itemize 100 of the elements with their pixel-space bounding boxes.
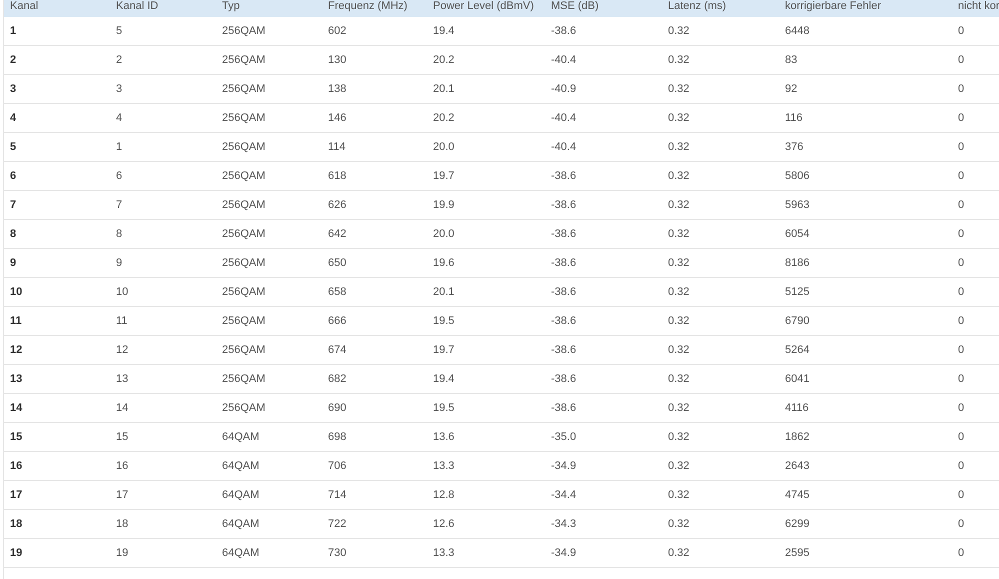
table-cell: 0.32 xyxy=(668,286,690,298)
table-cell: 0 xyxy=(958,315,964,327)
table-cell: 0.32 xyxy=(668,344,690,356)
table-cell: 0.32 xyxy=(668,402,690,414)
table-cell: 0.32 xyxy=(668,83,690,95)
table-cell: -38.6 xyxy=(551,257,576,269)
table-cell: 20.2 xyxy=(433,54,454,66)
table-cell: 7 xyxy=(10,199,16,211)
table-cell: 658 xyxy=(328,286,346,298)
table-cell: 20.0 xyxy=(433,228,454,240)
table-cell: 4116 xyxy=(785,402,809,414)
table-cell: -40.4 xyxy=(551,141,576,153)
table-cell: 682 xyxy=(328,373,346,385)
table-cell: 64QAM xyxy=(222,547,260,559)
table-cell: 19.5 xyxy=(433,315,454,327)
table-cell: 0.32 xyxy=(668,25,690,37)
table-cell: -38.6 xyxy=(551,170,576,182)
column-header: nicht kor xyxy=(958,0,999,12)
table-cell: 0 xyxy=(958,547,964,559)
table-cell: 650 xyxy=(328,257,346,269)
table-cell: 0 xyxy=(958,25,964,37)
table-cell: 6790 xyxy=(785,315,810,327)
table-cell: 138 xyxy=(328,83,346,95)
table-cell: 0 xyxy=(958,228,964,240)
table-cell: 20.2 xyxy=(433,112,454,124)
table-cell: 0.32 xyxy=(668,170,690,182)
table-cell: 5125 xyxy=(785,286,810,298)
table-cell: 256QAM xyxy=(222,286,266,298)
table-cell: 0 xyxy=(958,257,964,269)
table-cell: 6 xyxy=(10,170,16,182)
table-cell: -38.6 xyxy=(551,25,576,37)
table-cell: 690 xyxy=(328,402,346,414)
table-cell: 20.0 xyxy=(433,141,454,153)
table-cell: 20.1 xyxy=(433,286,454,298)
table-cell: 12.6 xyxy=(433,518,454,530)
table-cell: 130 xyxy=(328,54,346,66)
column-header: Kanal xyxy=(10,0,38,12)
table-cell: 0 xyxy=(958,373,964,385)
table-cell: -38.6 xyxy=(551,373,576,385)
table-cell: 0.32 xyxy=(668,199,690,211)
table-cell: 116 xyxy=(785,112,803,124)
table-cell: 64QAM xyxy=(222,460,260,472)
table-cell: 92 xyxy=(785,83,798,95)
table-cell: 256QAM xyxy=(222,170,266,182)
table-cell: 64QAM xyxy=(222,431,260,443)
table-cell: 0.32 xyxy=(668,315,690,327)
table-cell: 13.6 xyxy=(433,431,454,443)
table-cell: 16 xyxy=(116,460,128,472)
table-cell: 0.32 xyxy=(668,112,690,124)
table-cell: 642 xyxy=(328,228,346,240)
table-cell: 0.32 xyxy=(668,489,690,501)
table-cell: 674 xyxy=(328,344,346,356)
table-cell: 0.32 xyxy=(668,518,690,530)
table-cell: 5 xyxy=(116,25,122,37)
table-cell: 6054 xyxy=(785,228,810,240)
table-cell: -34.3 xyxy=(551,518,576,530)
table-cell: 9 xyxy=(116,257,122,269)
table-cell: 2 xyxy=(116,54,122,66)
table-cell: 19.4 xyxy=(433,373,454,385)
table-cell: 0 xyxy=(958,460,964,472)
table-cell: 0 xyxy=(958,170,964,182)
table-cell: 0 xyxy=(958,431,964,443)
table-cell: 4 xyxy=(10,112,16,124)
table-cell: 0 xyxy=(958,83,964,95)
table-cell: 0.32 xyxy=(668,141,690,153)
table-cell: 256QAM xyxy=(222,199,266,211)
table-cell: 618 xyxy=(328,170,346,182)
table-cell: 0.32 xyxy=(668,257,690,269)
table-cell: 256QAM xyxy=(222,373,266,385)
table-cell: 13.3 xyxy=(433,547,454,559)
table-cell: 0.32 xyxy=(668,460,690,472)
table-cell: 14 xyxy=(116,402,128,414)
table-cell: 10 xyxy=(116,286,128,298)
table-cell: 12 xyxy=(116,344,128,356)
column-header: Frequenz (MHz) xyxy=(328,0,408,12)
table-cell: 64QAM xyxy=(222,489,260,501)
table-cell: 0 xyxy=(958,402,964,414)
table-cell: 13 xyxy=(10,373,22,385)
table-cell: -38.6 xyxy=(551,315,576,327)
table-cell: 17 xyxy=(10,489,22,501)
table-cell: 64QAM xyxy=(222,518,260,530)
table-cell: 18 xyxy=(116,518,128,530)
table-cell: 7 xyxy=(116,199,122,211)
table-cell: 5264 xyxy=(785,344,810,356)
table-cell: 706 xyxy=(328,460,346,472)
table-cell: 19 xyxy=(116,547,128,559)
table-cell: 15 xyxy=(10,431,22,443)
table-cell: -34.9 xyxy=(551,547,576,559)
table-cell: 0 xyxy=(958,54,964,66)
table-cell: 256QAM xyxy=(222,228,266,240)
table-cell: 2595 xyxy=(785,547,810,559)
table-cell: 9 xyxy=(10,257,16,269)
table-cell: 256QAM xyxy=(222,141,266,153)
column-header: Kanal ID xyxy=(116,0,158,12)
table-cell: 714 xyxy=(328,489,346,501)
table-cell: 19 xyxy=(10,547,22,559)
table-cell: 256QAM xyxy=(222,25,266,37)
table-cell: 722 xyxy=(328,518,346,530)
table-cell: 19.7 xyxy=(433,344,454,356)
table-cell: 146 xyxy=(328,112,346,124)
